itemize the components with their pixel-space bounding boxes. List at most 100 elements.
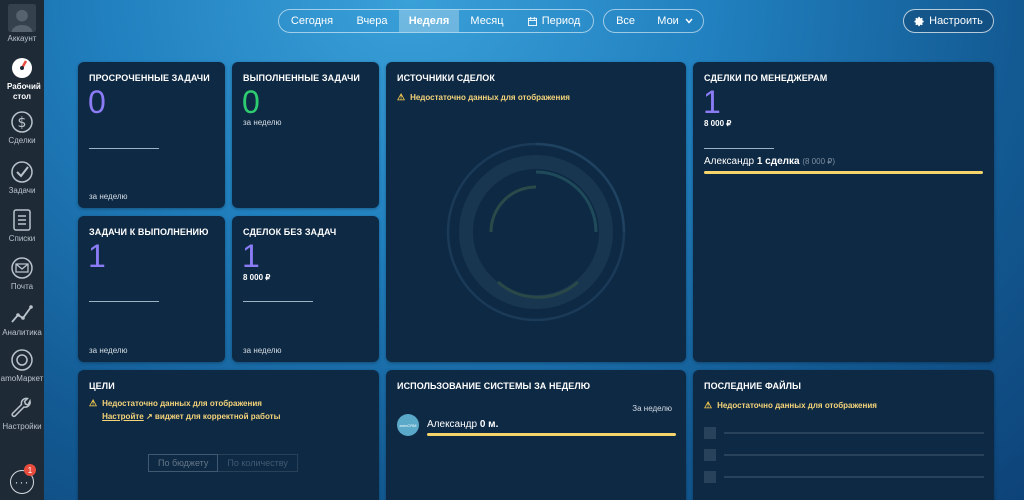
tab-by-count[interactable]: По количеству xyxy=(218,454,298,472)
owner-filter: Все Мои xyxy=(603,9,704,33)
file-placeholder-list xyxy=(704,422,984,488)
svg-text:$: $ xyxy=(18,115,27,131)
widget-title: Источники сделок xyxy=(397,73,495,83)
dollar-icon: $ xyxy=(11,111,33,133)
warning-message: ⚠ Недостаточно данных для отображения xyxy=(704,399,877,412)
nav-label: Сделки xyxy=(8,136,36,145)
widget-footer: за неделю xyxy=(89,192,128,201)
market-icon xyxy=(11,349,33,371)
filter-all[interactable]: Все xyxy=(604,10,647,32)
sidebar: Аккаунт Рабочий стол $ Сделки Задачи Спи… xyxy=(0,0,44,500)
usage-user: Александр xyxy=(427,419,478,430)
period-week[interactable]: Неделя xyxy=(399,10,459,32)
widget-value: 0 xyxy=(242,84,260,120)
nav-label: Аккаунт xyxy=(7,34,37,43)
usage-period: За неделю xyxy=(632,404,672,413)
widget-title: Сделки по менеджерам xyxy=(704,73,828,83)
nav-label: Списки xyxy=(8,234,36,243)
nav-label: Задачи xyxy=(8,186,36,195)
period-custom-label: Период xyxy=(541,15,581,27)
widget-deals-without-tasks[interactable]: Сделок без задач 1 8 000 ₽ за неделю xyxy=(232,216,379,362)
widget-title: Выполненные задачи xyxy=(243,73,360,83)
period-month[interactable]: Месяц xyxy=(459,10,515,32)
widget-title: Сделок без задач xyxy=(243,227,337,237)
warning-icon: ⚠ xyxy=(704,400,713,410)
divider xyxy=(89,148,159,149)
widget-title: Использование системы за неделю xyxy=(397,381,591,391)
filter-mine[interactable]: Мои xyxy=(647,10,703,32)
widget-goals[interactable]: Цели ⚠ Недостаточно данных для отображен… xyxy=(78,370,379,500)
widget-system-usage[interactable]: Использование системы за неделю За недел… xyxy=(386,370,686,500)
chat-dots-icon: ··· xyxy=(14,475,30,489)
nav-label: Настройки xyxy=(2,422,42,431)
nav-label: Почта xyxy=(10,282,34,291)
filter-mine-label: Мои xyxy=(657,15,679,27)
nav-mail[interactable]: Почта xyxy=(0,256,44,291)
goal-tabs: По бюджету По количеству xyxy=(148,454,298,472)
widget-title: Просроченные задачи xyxy=(89,73,210,83)
period-yesterday[interactable]: Вчера xyxy=(345,10,399,32)
nav-deals[interactable]: $ Сделки xyxy=(0,110,44,145)
widget-amount: 8 000 ₽ xyxy=(704,119,732,128)
period-filter: Сегодня Вчера Неделя Месяц Период xyxy=(278,9,594,33)
tab-by-budget[interactable]: По бюджету xyxy=(148,454,219,472)
widget-done-tasks[interactable]: Выполненные задачи 0 за неделю xyxy=(232,62,379,208)
nav-settings[interactable]: Настройки xyxy=(0,396,44,431)
avatar-icon xyxy=(8,4,36,32)
nav-dashboard[interactable]: Рабочий стол xyxy=(0,56,44,102)
warning-text: Недостаточно данных для отображения xyxy=(717,401,877,410)
nav-tasks[interactable]: Задачи xyxy=(0,160,44,195)
divider xyxy=(89,301,159,302)
nav-label: Рабочий стол xyxy=(7,82,41,101)
speedometer-icon xyxy=(12,58,32,78)
widget-title: Последние файлы xyxy=(704,381,801,391)
widget-title: Задачи к выполнению xyxy=(89,227,209,237)
nav-lists[interactable]: Списки xyxy=(0,208,44,243)
settings-label: Настроить xyxy=(929,15,983,27)
manager-deals: 1 сделка xyxy=(756,156,800,167)
widget-footer: за неделю xyxy=(89,346,128,355)
manager-name: Александр xyxy=(704,156,755,167)
widget-value: 0 xyxy=(88,84,106,120)
widget-title: Цели xyxy=(89,381,115,391)
divider xyxy=(243,301,313,302)
period-custom[interactable]: Период xyxy=(515,10,593,32)
warning-text-rest: виджет для корректной работы xyxy=(154,412,281,421)
chat-badge: 1 xyxy=(24,464,36,476)
chevron-down-icon xyxy=(685,18,693,24)
widget-value: 1 xyxy=(88,238,106,274)
configure-link[interactable]: Настройте xyxy=(102,412,144,421)
widget-value: 1 xyxy=(703,84,721,120)
empty-donut-placeholder xyxy=(446,142,626,322)
calendar-icon xyxy=(527,16,537,26)
nav-label: Аналитика xyxy=(2,328,42,337)
usage-progress-bar xyxy=(427,433,676,436)
external-link-icon: ↗ xyxy=(145,412,153,421)
nav-amomarket[interactable]: amoМаркет xyxy=(0,348,44,383)
widget-value: 1 xyxy=(242,238,260,274)
mail-icon xyxy=(11,257,33,279)
checkmark-icon xyxy=(11,161,33,183)
widget-amount: 8 000 ₽ xyxy=(243,273,271,282)
widget-deals-by-managers[interactable]: Сделки по менеджерам 1 8 000 ₽ Александр… xyxy=(693,62,994,362)
wrench-icon xyxy=(11,397,31,418)
list-icon xyxy=(13,209,31,231)
usage-row: Александр 0 м. xyxy=(427,419,498,430)
gear-icon xyxy=(914,16,924,26)
widget-deal-sources[interactable]: Источники сделок ⚠ Недостаточно данных д… xyxy=(386,62,686,362)
nav-account[interactable]: Аккаунт xyxy=(0,4,44,43)
warning-icon: ⚠ xyxy=(89,398,98,408)
nav-analytics[interactable]: Аналитика xyxy=(0,302,44,337)
manager-sum: (8 000 ₽) xyxy=(802,157,836,166)
widget-footer: за неделю xyxy=(243,346,282,355)
widget-todo-tasks[interactable]: Задачи к выполнению 1 за неделю xyxy=(78,216,225,362)
usage-time: 0 м. xyxy=(479,419,499,430)
widget-last-files[interactable]: Последние файлы ⚠ Недостаточно данных дл… xyxy=(693,370,994,500)
period-today[interactable]: Сегодня xyxy=(279,10,345,32)
settings-button[interactable]: Настроить xyxy=(903,9,994,33)
warning-message: ⚠ Недостаточно данных для отображения xyxy=(397,91,570,104)
nav-label: amoМаркет xyxy=(0,374,44,383)
warning-message: ⚠ Недостаточно данных для отображения На… xyxy=(89,397,280,423)
widget-overdue-tasks[interactable]: Просроченные задачи 0 за неделю xyxy=(78,62,225,208)
manager-progress-bar xyxy=(704,171,983,174)
